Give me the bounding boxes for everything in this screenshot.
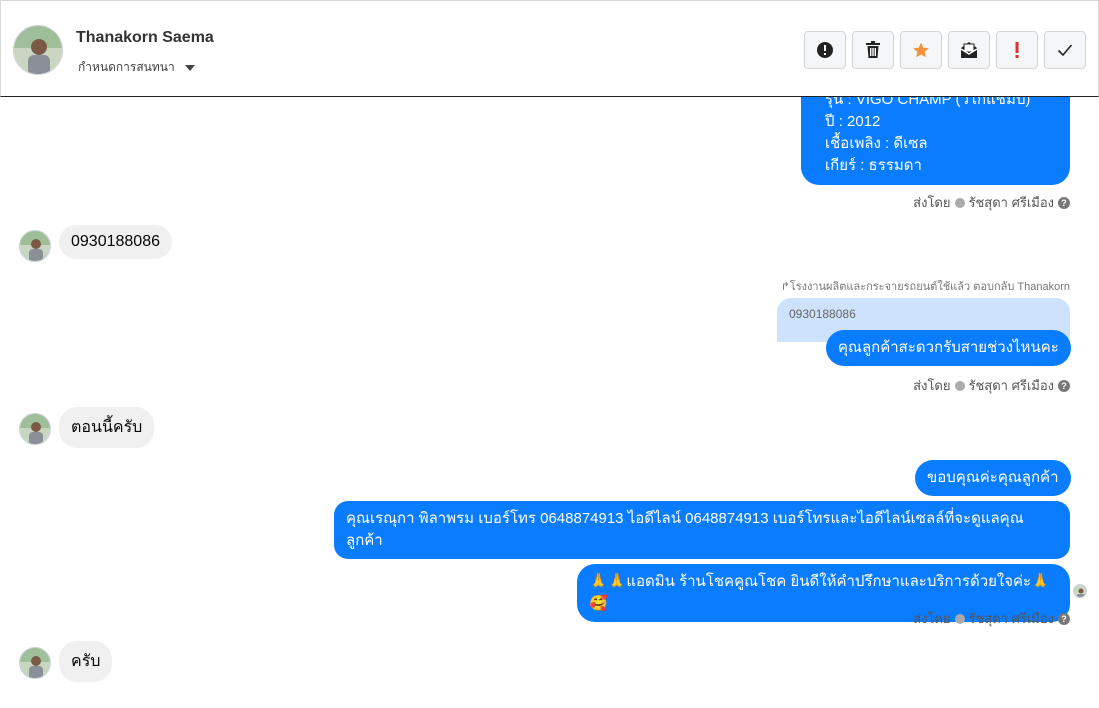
message-incoming-ok[interactable]: ครับ bbox=[59, 641, 113, 682]
reply-arrow-icon: ↱ bbox=[780, 281, 790, 293]
message-incoming-now[interactable]: ตอนนี้ครับ bbox=[59, 407, 155, 448]
agent-name[interactable]: รัชสุดา ศรีเมือง bbox=[969, 608, 1055, 629]
message-line: เกียร์ : ธรรมดา bbox=[825, 157, 922, 174]
star-icon bbox=[913, 42, 929, 58]
contact-avatar-small bbox=[19, 413, 51, 445]
assign-conversation-dropdown[interactable]: กำหนดการสนทนา bbox=[78, 58, 195, 77]
message-line: ปี : 2012 bbox=[825, 113, 881, 130]
alert-circle-icon bbox=[817, 42, 833, 58]
report-button[interactable] bbox=[804, 31, 846, 69]
contact-avatar-small bbox=[19, 647, 51, 679]
exclamation-icon bbox=[1015, 42, 1019, 58]
agent-name[interactable]: รัชสุดา ศรีเมือง bbox=[969, 375, 1055, 396]
contact-avatar[interactable] bbox=[13, 25, 63, 75]
help-icon[interactable]: ? bbox=[1058, 612, 1070, 625]
contact-avatar-small bbox=[19, 230, 51, 262]
trash-icon bbox=[866, 41, 880, 58]
agent-status-icon bbox=[954, 613, 965, 624]
message-incoming-phone[interactable]: 0930188086 bbox=[59, 225, 172, 259]
sent-by-info: ส่งโดย รัชสุดา ศรีเมือง ? bbox=[913, 608, 1070, 629]
sent-by-info: ส่งโดย รัชสุดา ศรีเมือง ? bbox=[913, 192, 1070, 213]
check-icon bbox=[1057, 44, 1073, 57]
mark-done-button[interactable] bbox=[1044, 31, 1086, 69]
reply-context-note: ↱โรงงานผลิตและกระจายรถยนต์ใช้แล้ว ตอบกลั… bbox=[780, 281, 1070, 293]
agent-name[interactable]: รัชสุดา ศรีเมือง bbox=[969, 192, 1055, 213]
star-button[interactable] bbox=[900, 31, 942, 69]
seen-avatar bbox=[1073, 584, 1087, 598]
mark-important-button[interactable] bbox=[996, 31, 1038, 69]
delete-button[interactable] bbox=[852, 31, 894, 69]
message-line: รุ่น : VIGO CHAMP (วีโก้แชมป์) bbox=[825, 97, 1031, 108]
help-icon[interactable]: ? bbox=[1058, 196, 1070, 209]
conversation-toolbar bbox=[804, 31, 1086, 69]
sent-by-info: ส่งโดย รัชสุดา ศรีเมือง ? bbox=[913, 375, 1070, 396]
assign-label: กำหนดการสนทนา bbox=[78, 60, 175, 74]
agent-status-icon bbox=[954, 197, 965, 208]
message-outgoing-ask-time[interactable]: คุณลูกค้าสะดวกรับสายช่วงไหนคะ bbox=[826, 330, 1071, 366]
help-icon[interactable]: ? bbox=[1058, 379, 1070, 392]
message-outgoing-vehicle-info[interactable]: รุ่น : VIGO CHAMP (วีโก้แชมป์) ปี : 2012… bbox=[801, 97, 1070, 185]
envelope-open-icon bbox=[960, 42, 978, 58]
message-thread[interactable]: รุ่น : VIGO CHAMP (วีโก้แชมป์) ปี : 2012… bbox=[0, 97, 1099, 708]
message-line: เชื้อเพลิง : ดีเซล bbox=[825, 135, 928, 152]
mark-unread-button[interactable] bbox=[948, 31, 990, 69]
message-outgoing-contact[interactable]: คุณเรณุกา พิลาพรม เบอร์โทร 0648874913 ไอ… bbox=[334, 501, 1070, 559]
message-outgoing-thanks[interactable]: ขอบคุณค่ะคุณลูกค้า bbox=[915, 460, 1071, 496]
agent-status-icon bbox=[954, 380, 965, 391]
caret-down-icon bbox=[184, 64, 195, 71]
contact-name[interactable]: Thanakorn Saema bbox=[76, 29, 214, 47]
conversation-header: Thanakorn Saema กำหนดการสนทนา bbox=[0, 0, 1099, 97]
